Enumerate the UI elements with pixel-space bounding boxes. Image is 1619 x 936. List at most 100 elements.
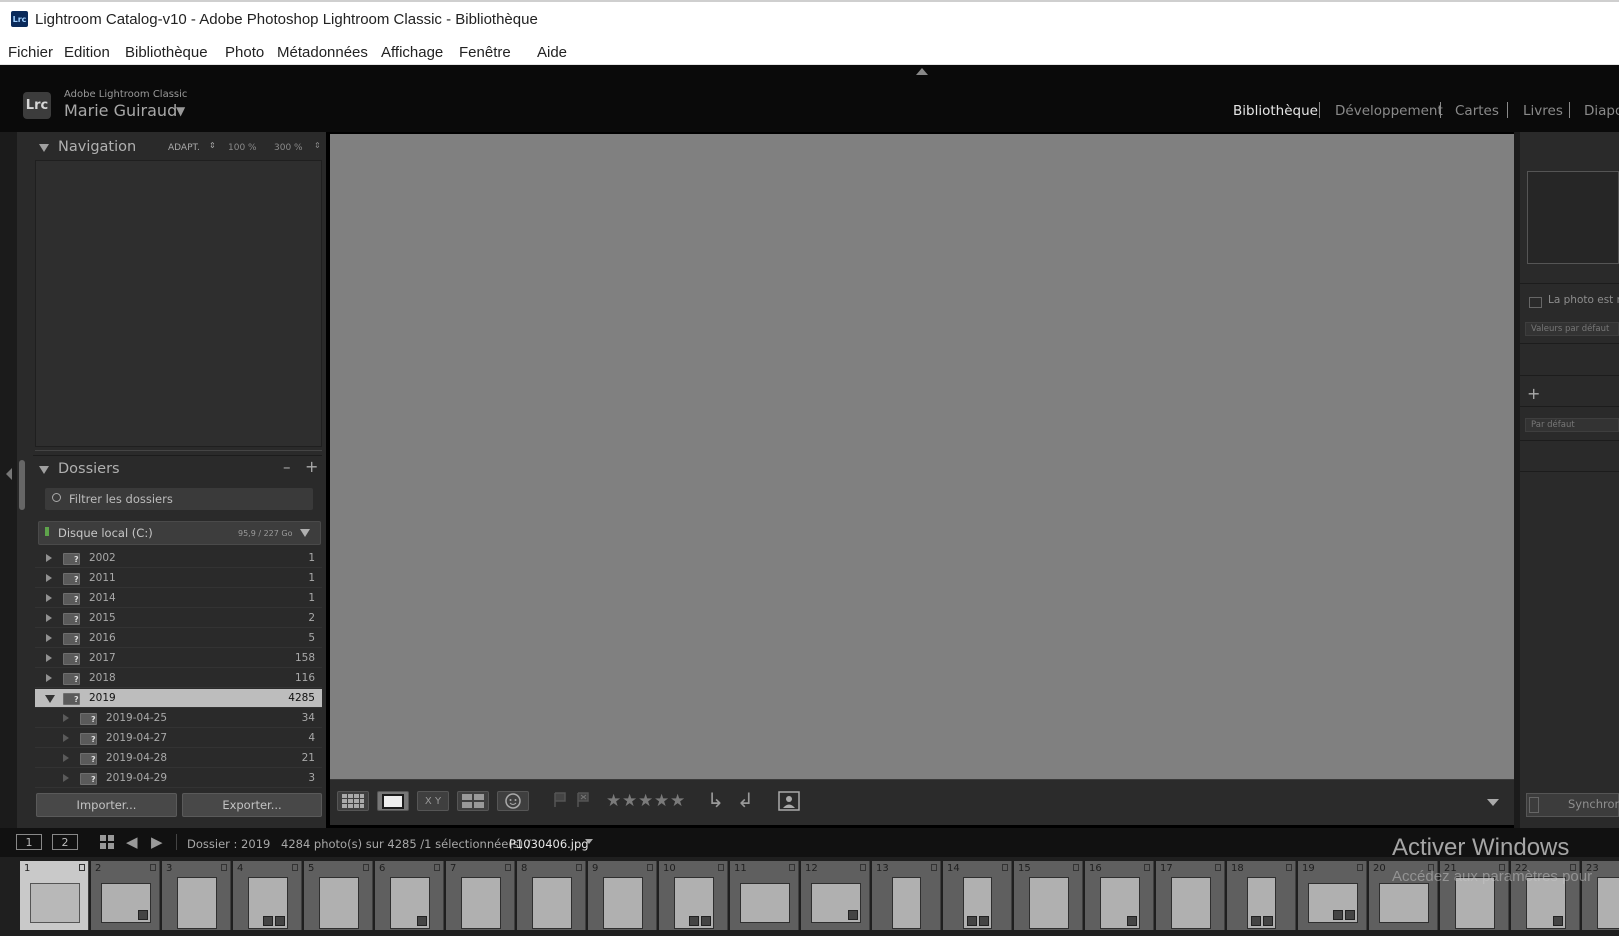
default-value-select[interactable]: Valeurs par défaut <box>1525 322 1619 336</box>
zoom-300-option[interactable]: 300 % <box>274 143 303 153</box>
star-icon[interactable]: ★ <box>654 791 669 811</box>
rotate-left-icon[interactable]: ↳ <box>707 788 724 812</box>
folder-row[interactable]: ? 2002 1 <box>35 549 322 568</box>
star-icon[interactable]: ★ <box>622 791 637 811</box>
folder-row[interactable]: ? 2019-04-27 4 <box>35 729 322 748</box>
zoom-stepper-icon[interactable]: ⇕ <box>314 141 321 150</box>
sync-toggle-icon[interactable] <box>1529 797 1539 813</box>
collapse-triangle-icon[interactable] <box>39 466 49 474</box>
disclosure-collapsed-icon[interactable] <box>46 674 52 682</box>
module-bibliotheque[interactable]: Bibliothèque <box>1233 103 1318 119</box>
import-button[interactable]: Importer... <box>36 793 177 817</box>
navigator-preview[interactable] <box>35 160 322 447</box>
menu-edition[interactable]: Edition <box>64 44 110 61</box>
menu-photo[interactable]: Photo <box>225 44 264 61</box>
folder-row[interactable]: ? 2015 2 <box>35 609 322 628</box>
menu-fichier[interactable]: Fichier <box>8 44 53 61</box>
zoom-fit-option[interactable]: ADAPT. <box>168 143 200 153</box>
reject-flag-icon[interactable] <box>576 792 590 808</box>
filmstrip-cell[interactable]: 15 <box>1014 861 1083 930</box>
folder-row[interactable]: ? 2019-04-29 3 <box>35 769 322 788</box>
menu-affichage[interactable]: Affichage <box>381 44 443 61</box>
zoom-100-option[interactable]: 100 % <box>228 143 257 153</box>
filmstrip-cell[interactable]: 7 <box>446 861 515 930</box>
folder-row[interactable]: ? 2019-04-28 21 <box>35 749 322 768</box>
volume-menu-icon[interactable] <box>300 529 310 537</box>
left-panel-collapse-icon[interactable] <box>6 468 12 480</box>
rotate-right-icon[interactable]: ↲ <box>737 788 754 812</box>
disclosure-collapsed-icon[interactable] <box>46 594 52 602</box>
filmstrip-cell[interactable]: 2 <box>91 861 160 930</box>
disclosure-collapsed-icon[interactable] <box>46 554 52 562</box>
add-folder-button[interactable]: + <box>305 457 318 476</box>
filmstrip-cell[interactable]: 17 <box>1156 861 1225 930</box>
folder-row[interactable]: ? 2019 4285 <box>35 689 322 708</box>
module-developpement[interactable]: Développement <box>1335 103 1443 119</box>
chevron-down-icon[interactable] <box>585 839 593 844</box>
people-view-button[interactable] <box>497 791 529 811</box>
source-label[interactable]: Dossier : 2019 <box>187 837 270 851</box>
module-cartes[interactable]: Cartes <box>1455 103 1499 119</box>
disclosure-collapsed-icon[interactable] <box>46 614 52 622</box>
filmstrip-cell[interactable]: 16 <box>1085 861 1154 930</box>
folder-row[interactable]: ? 2014 1 <box>35 589 322 608</box>
folders-title[interactable]: Dossiers <box>58 461 120 477</box>
disclosure-collapsed-icon[interactable] <box>63 754 69 762</box>
filmstrip-cell[interactable]: 11 <box>730 861 799 930</box>
filmstrip-cell[interactable]: 12 <box>801 861 870 930</box>
disclosure-expanded-icon[interactable] <box>45 695 55 703</box>
add-preset-button[interactable]: + <box>1527 384 1540 403</box>
disclosure-collapsed-icon[interactable] <box>63 774 69 782</box>
star-icon[interactable]: ★ <box>670 791 685 811</box>
filmstrip-cell[interactable]: 3 <box>162 861 231 930</box>
top-panel-collapse-icon[interactable] <box>916 68 928 75</box>
navigator-title[interactable]: Navigation <box>58 139 136 155</box>
folder-row[interactable]: ? 2019-04-25 34 <box>35 709 322 728</box>
filmstrip-cell[interactable]: 13 <box>872 861 941 930</box>
filmstrip-cell[interactable]: 8 <box>517 861 586 930</box>
grid-view-button[interactable] <box>337 791 369 811</box>
folder-row[interactable]: ? 2016 5 <box>35 629 322 648</box>
chevron-down-icon[interactable]: ▼ <box>176 104 185 118</box>
disclosure-collapsed-icon[interactable] <box>46 634 52 642</box>
filmstrip-cell[interactable]: 4 <box>233 861 302 930</box>
filmstrip-cell[interactable]: 5 <box>304 861 373 930</box>
menu-aide[interactable]: Aide <box>537 44 567 61</box>
people-tag-icon[interactable] <box>777 790 801 812</box>
filmstrip-cell[interactable]: 1 <box>20 861 89 930</box>
grid-icon[interactable] <box>100 835 114 849</box>
filmstrip-cell[interactable]: 9 <box>588 861 657 930</box>
survey-view-button[interactable] <box>457 791 489 811</box>
toolbar-options-chevron-icon[interactable] <box>1487 799 1499 806</box>
filmstrip-cell[interactable]: 10 <box>659 861 728 930</box>
source-filename[interactable]: P1030406.jpg <box>509 837 589 851</box>
compare-view-button[interactable]: X Y <box>417 791 449 811</box>
folder-row[interactable]: ? 2011 1 <box>35 569 322 588</box>
module-livres[interactable]: Livres <box>1523 103 1563 119</box>
menu-bibliotheque[interactable]: Bibliothèque <box>125 44 208 61</box>
disclosure-collapsed-icon[interactable] <box>46 654 52 662</box>
disclosure-collapsed-icon[interactable] <box>63 734 69 742</box>
filmstrip-cell[interactable]: 6 <box>375 861 444 930</box>
filmstrip-cell[interactable]: 14 <box>943 861 1012 930</box>
main-screen-button[interactable]: 1 <box>16 834 42 850</box>
filmstrip-cell[interactable]: 19 <box>1298 861 1367 930</box>
remove-folder-button[interactable]: – <box>283 458 291 476</box>
main-image-view[interactable] <box>330 134 1514 779</box>
filmstrip-cell[interactable]: 18 <box>1227 861 1296 930</box>
collapse-triangle-icon[interactable] <box>39 144 49 152</box>
menu-metadonnees[interactable]: Métadonnées <box>277 44 368 61</box>
star-icon[interactable]: ★ <box>606 791 621 811</box>
arrow-right-icon[interactable]: ▶ <box>151 833 163 851</box>
loupe-view-button[interactable] <box>377 791 409 811</box>
flag-icon[interactable] <box>553 792 567 808</box>
disclosure-collapsed-icon[interactable] <box>46 574 52 582</box>
left-panel-scrollbar[interactable] <box>19 460 25 510</box>
zoom-fit-stepper-icon[interactable]: ⇕ <box>209 141 216 150</box>
secondary-screen-button[interactable]: 2 <box>52 834 78 850</box>
arrow-left-icon[interactable]: ◀ <box>126 833 138 851</box>
module-diaporama[interactable]: Diapo <box>1584 103 1619 119</box>
identity-user-name[interactable]: Marie Guiraud <box>64 101 177 120</box>
star-icon[interactable]: ★ <box>638 791 653 811</box>
preset-select[interactable]: Par défaut <box>1525 418 1619 432</box>
